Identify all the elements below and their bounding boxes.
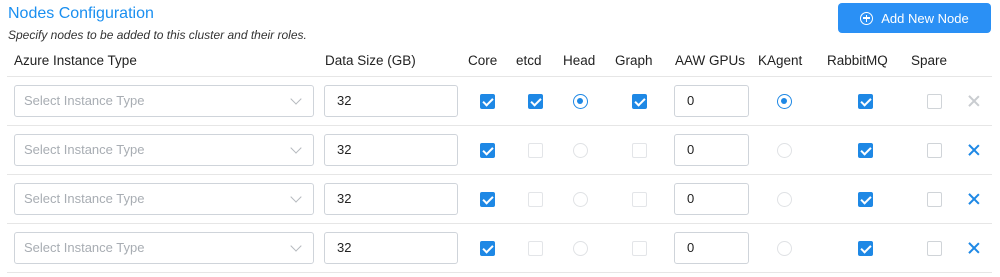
instance-type-placeholder: Select Instance Type bbox=[24, 191, 145, 206]
column-header-rabbitmq: RabbitMQ bbox=[827, 53, 888, 68]
column-header-head: Head bbox=[563, 53, 596, 68]
head-radio[interactable] bbox=[573, 192, 588, 207]
section-subtitle: Specify nodes to be added to this cluste… bbox=[8, 28, 307, 42]
instance-type-placeholder: Select Instance Type bbox=[24, 240, 145, 255]
add-new-node-label: Add New Node bbox=[881, 10, 969, 26]
core-checkbox[interactable] bbox=[480, 143, 495, 158]
data-size-input[interactable]: 32 bbox=[324, 85, 458, 117]
aaw-gpus-input[interactable]: 0 bbox=[674, 85, 749, 117]
instance-type-select[interactable]: Select Instance Type bbox=[14, 134, 314, 166]
aaw-gpus-input[interactable]: 0 bbox=[674, 183, 749, 215]
graph-checkbox[interactable] bbox=[632, 143, 647, 158]
graph-checkbox[interactable] bbox=[632, 192, 647, 207]
etcd-checkbox[interactable] bbox=[528, 94, 543, 109]
kagent-radio[interactable] bbox=[777, 241, 792, 256]
column-header-etcd: etcd bbox=[516, 53, 542, 68]
data-size-input[interactable]: 32 bbox=[324, 183, 458, 215]
column-header-graph: Graph bbox=[615, 53, 653, 68]
core-checkbox[interactable] bbox=[480, 94, 495, 109]
head-radio[interactable] bbox=[573, 94, 588, 109]
head-radio[interactable] bbox=[573, 143, 588, 158]
remove-node-close-icon[interactable] bbox=[968, 144, 980, 156]
node-row: Select Instance Type 32 0 bbox=[0, 125, 1000, 174]
graph-checkbox[interactable] bbox=[632, 94, 647, 109]
column-header-instance-type: Azure Instance Type bbox=[14, 53, 137, 68]
instance-type-placeholder: Select Instance Type bbox=[24, 93, 145, 108]
aaw-gpus-input[interactable]: 0 bbox=[674, 232, 749, 264]
rabbitmq-checkbox[interactable] bbox=[858, 143, 873, 158]
row-divider bbox=[7, 76, 992, 77]
rabbitmq-checkbox[interactable] bbox=[858, 192, 873, 207]
data-size-input[interactable]: 32 bbox=[324, 134, 458, 166]
spare-checkbox[interactable] bbox=[927, 241, 942, 256]
kagent-radio[interactable] bbox=[777, 143, 792, 158]
row-divider bbox=[7, 125, 992, 126]
chevron-down-icon bbox=[290, 240, 302, 252]
node-row: Select Instance Type 32 0 bbox=[0, 174, 1000, 223]
aaw-gpus-input[interactable]: 0 bbox=[674, 134, 749, 166]
add-new-node-button[interactable]: Add New Node bbox=[838, 3, 991, 33]
instance-type-select[interactable]: Select Instance Type bbox=[14, 85, 314, 117]
graph-checkbox[interactable] bbox=[632, 241, 647, 256]
instance-type-select[interactable]: Select Instance Type bbox=[14, 183, 314, 215]
spare-checkbox[interactable] bbox=[927, 192, 942, 207]
row-divider bbox=[7, 223, 992, 224]
rabbitmq-checkbox[interactable] bbox=[858, 94, 873, 109]
column-header-kagent: KAgent bbox=[758, 53, 803, 68]
instance-type-placeholder: Select Instance Type bbox=[24, 142, 145, 157]
column-header-core: Core bbox=[468, 53, 498, 68]
kagent-radio[interactable] bbox=[777, 94, 792, 109]
remove-node-close-icon[interactable] bbox=[968, 193, 980, 205]
node-row: Select Instance Type 32 0 bbox=[0, 76, 1000, 125]
kagent-radio[interactable] bbox=[777, 192, 792, 207]
spare-checkbox[interactable] bbox=[927, 143, 942, 158]
remove-node-close-icon[interactable] bbox=[968, 95, 980, 107]
remove-node-close-icon[interactable] bbox=[968, 242, 980, 254]
core-checkbox[interactable] bbox=[480, 192, 495, 207]
head-radio[interactable] bbox=[573, 241, 588, 256]
chevron-down-icon bbox=[290, 191, 302, 203]
table-bottom-divider bbox=[7, 272, 992, 273]
section-title: Nodes Configuration bbox=[8, 5, 154, 22]
etcd-checkbox[interactable] bbox=[528, 192, 543, 207]
column-header-spare: Spare bbox=[911, 53, 948, 68]
column-header-aaw-gpus: AAW GPUs bbox=[675, 53, 746, 68]
rabbitmq-checkbox[interactable] bbox=[858, 241, 873, 256]
data-size-input[interactable]: 32 bbox=[324, 232, 458, 264]
etcd-checkbox[interactable] bbox=[528, 241, 543, 256]
chevron-down-icon bbox=[290, 93, 302, 105]
etcd-checkbox[interactable] bbox=[528, 143, 543, 158]
spare-checkbox[interactable] bbox=[927, 94, 942, 109]
node-row: Select Instance Type 32 0 bbox=[0, 223, 1000, 272]
plus-circle-icon bbox=[860, 11, 874, 25]
chevron-down-icon bbox=[290, 142, 302, 154]
column-header-data-size: Data Size (GB) bbox=[325, 53, 416, 68]
instance-type-select[interactable]: Select Instance Type bbox=[14, 232, 314, 264]
core-checkbox[interactable] bbox=[480, 241, 495, 256]
row-divider bbox=[7, 174, 992, 175]
